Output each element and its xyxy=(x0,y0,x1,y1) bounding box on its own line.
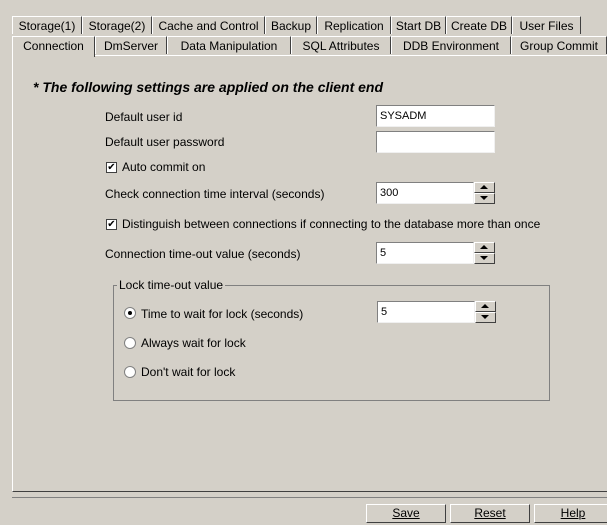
spin-down-icon[interactable] xyxy=(474,193,495,204)
lock-timeout-group-title: Lock time-out value xyxy=(117,278,226,292)
lock-wait-seconds-spinner[interactable] xyxy=(475,301,496,323)
connection-timeout-spinner[interactable] xyxy=(474,242,495,264)
tab-connection[interactable]: Connection xyxy=(12,36,95,57)
spin-up-icon[interactable] xyxy=(475,301,496,312)
always-wait-for-lock-radio[interactable] xyxy=(124,337,136,349)
spin-down-icon[interactable] xyxy=(474,253,495,264)
default-user-id-input[interactable]: SYSADM xyxy=(376,105,495,127)
wait-for-lock-seconds-radio[interactable] xyxy=(124,307,136,319)
dont-wait-for-lock-label: Don't wait for lock xyxy=(141,365,236,379)
tab-cache-and-control[interactable]: Cache and Control xyxy=(152,16,265,34)
default-user-password-input[interactable] xyxy=(376,131,495,153)
tab-backup[interactable]: Backup xyxy=(265,16,317,34)
tab-storage-1[interactable]: Storage(1) xyxy=(12,16,82,34)
default-user-id-label: Default user id xyxy=(105,110,183,124)
distinguish-connections-label: Distinguish between connections if conne… xyxy=(122,217,541,231)
tab-ddb-environment[interactable]: DDB Environment xyxy=(391,36,511,54)
connection-panel xyxy=(12,55,607,492)
tab-data-manipulation[interactable]: Data Manipulation xyxy=(167,36,291,54)
tab-replication[interactable]: Replication xyxy=(317,16,391,34)
help-button[interactable]: Help xyxy=(534,504,607,523)
distinguish-connections-checkbox[interactable]: ✔ xyxy=(106,219,117,230)
check-interval-spinner[interactable] xyxy=(474,182,495,204)
client-settings-heading: * The following settings are applied on … xyxy=(33,79,384,95)
default-user-password-label: Default user password xyxy=(105,135,225,149)
connection-timeout-label: Connection time-out value (seconds) xyxy=(105,247,301,261)
reset-button[interactable]: Reset xyxy=(450,504,530,523)
button-bar-divider xyxy=(12,497,607,498)
tab-start-db[interactable]: Start DB xyxy=(391,16,446,34)
save-button[interactable]: Save xyxy=(366,504,446,523)
lock-wait-seconds-input[interactable]: 5 xyxy=(377,301,475,323)
always-wait-for-lock-label: Always wait for lock xyxy=(141,336,246,350)
spin-up-icon[interactable] xyxy=(474,182,495,193)
tab-dmserver[interactable]: DmServer xyxy=(95,36,167,54)
wait-for-lock-seconds-label: Time to wait for lock (seconds) xyxy=(141,307,304,321)
dont-wait-for-lock-radio[interactable] xyxy=(124,366,136,378)
tab-storage-2[interactable]: Storage(2) xyxy=(82,16,152,34)
auto-commit-checkbox[interactable]: ✔ xyxy=(106,162,117,173)
tab-create-db[interactable]: Create DB xyxy=(446,16,512,34)
tab-group-commit[interactable]: Group Commit xyxy=(511,36,607,54)
spin-down-icon[interactable] xyxy=(475,312,496,323)
check-interval-input[interactable]: 300 xyxy=(376,182,474,204)
connection-timeout-input[interactable]: 5 xyxy=(376,242,474,264)
auto-commit-label: Auto commit on xyxy=(122,160,206,174)
tab-user-files[interactable]: User Files xyxy=(512,16,581,34)
tab-sql-attributes[interactable]: SQL Attributes xyxy=(291,36,391,54)
spin-up-icon[interactable] xyxy=(474,242,495,253)
check-interval-label: Check connection time interval (seconds) xyxy=(105,187,325,201)
